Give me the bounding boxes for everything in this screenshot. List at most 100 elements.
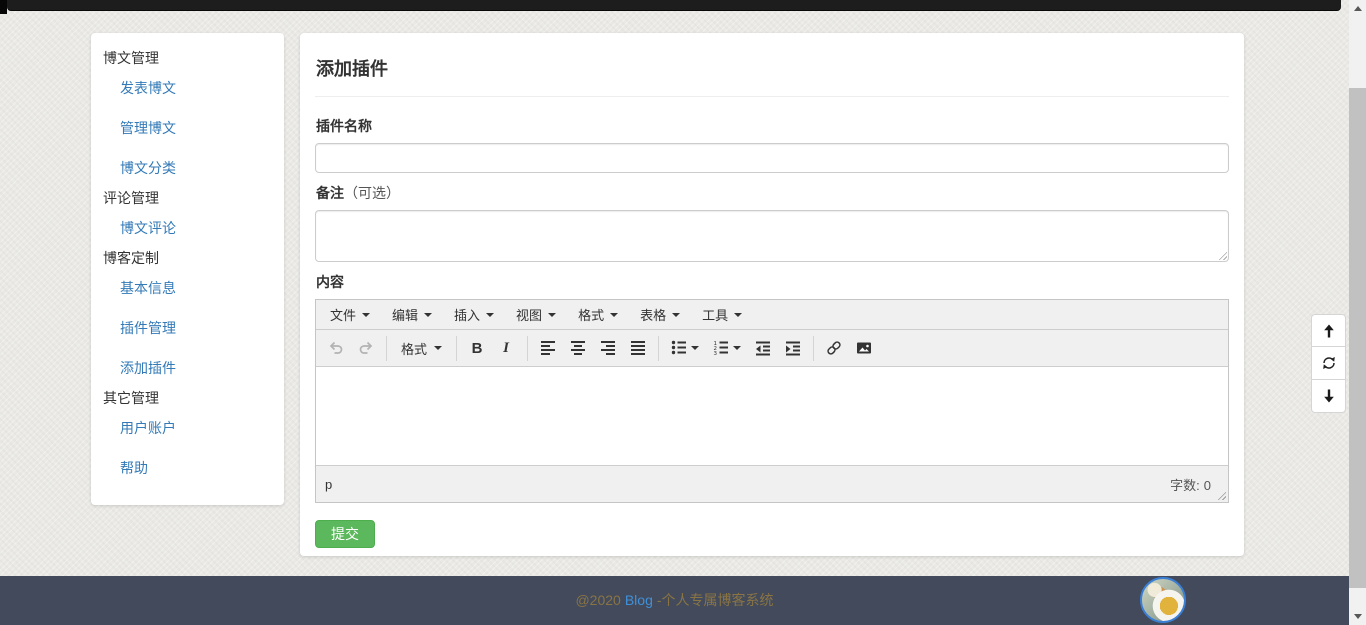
chevron-down-icon — [362, 313, 370, 317]
toolbar-divider — [386, 336, 387, 361]
align-justify-icon[interactable] — [623, 334, 653, 362]
refresh-icon — [1320, 354, 1338, 372]
navbar-edge — [0, 0, 7, 14]
note-label: 备注（可选） — [316, 184, 1229, 203]
svg-text:3: 3 — [714, 351, 718, 356]
format-select[interactable]: 格式 — [392, 334, 451, 362]
menu-tools-label: 工具 — [702, 305, 728, 324]
menu-file-label: 文件 — [330, 305, 356, 324]
editor-content-area[interactable] — [316, 367, 1228, 465]
editor-toolbar: 格式 B I — [316, 330, 1228, 367]
footer-logo-avatar — [1140, 577, 1186, 623]
menu-format[interactable]: 格式 — [567, 301, 629, 329]
menu-format-label: 格式 — [578, 305, 604, 324]
chevron-down-icon — [691, 346, 699, 350]
menu-table[interactable]: 表格 — [629, 301, 691, 329]
sidebar-item-add-plugin[interactable]: 添加插件 — [91, 348, 284, 388]
link-icon[interactable] — [819, 334, 849, 362]
undo-icon[interactable] — [321, 334, 351, 362]
menu-view[interactable]: 视图 — [505, 301, 567, 329]
align-left-icon[interactable] — [533, 334, 563, 362]
sidebar-item-help[interactable]: 帮助 — [91, 448, 284, 488]
chevron-down-icon — [424, 313, 432, 317]
menu-view-label: 视图 — [516, 305, 542, 324]
sidebar-header-other-mgmt: 其它管理 — [91, 388, 284, 408]
toolbar-divider — [813, 336, 814, 361]
refresh-button[interactable] — [1311, 347, 1346, 380]
scroll-top-button[interactable] — [1311, 314, 1346, 347]
page-title: 添加插件 — [316, 56, 1229, 82]
rich-text-editor: 文件 编辑 插入 视图 格式 表格 工具 格式 — [315, 299, 1229, 503]
note-label-text: 备注 — [316, 185, 344, 201]
menu-insert-label: 插入 — [454, 305, 480, 324]
editor-statusbar: p 字数: 0 — [316, 465, 1228, 502]
menu-insert[interactable]: 插入 — [443, 301, 505, 329]
bold-glyph: B — [472, 340, 483, 357]
chevron-down-icon — [548, 313, 556, 317]
note-textarea[interactable] — [315, 210, 1229, 262]
scroll-bottom-button[interactable] — [1311, 380, 1346, 413]
menu-tools[interactable]: 工具 — [691, 301, 753, 329]
bullet-list-icon[interactable] — [664, 334, 706, 362]
footer: @2020Blog-个人专属博客系统 — [0, 576, 1349, 625]
page: 博文管理 发表博文 管理博文 博文分类 评论管理 博文评论 博客定制 基本信息 … — [0, 0, 1366, 625]
plugin-name-input[interactable] — [315, 143, 1229, 173]
image-icon[interactable] — [849, 334, 879, 362]
sidebar-header-blog-custom: 博客定制 — [91, 248, 284, 268]
scrollbar-down-arrow[interactable] — [1349, 608, 1366, 625]
menu-table-label: 表格 — [640, 305, 666, 324]
menu-file[interactable]: 文件 — [319, 301, 381, 329]
note-textarea-wrap — [315, 210, 1229, 262]
toolbar-divider — [527, 336, 528, 361]
align-right-icon[interactable] — [593, 334, 623, 362]
page-scroll-controls — [1311, 314, 1346, 413]
copyright-text: @2020 — [575, 592, 620, 608]
note-optional-text: （可选） — [344, 185, 400, 201]
menu-edit[interactable]: 编辑 — [381, 301, 443, 329]
sidebar-item-post-comments[interactable]: 博文评论 — [91, 208, 284, 248]
down-triangle-icon — [1354, 614, 1362, 619]
wordcount-label: 字数: — [1170, 478, 1200, 493]
submit-button[interactable]: 提交 — [315, 520, 375, 548]
scrollbar-thumb[interactable] — [1349, 88, 1366, 588]
sidebar-header-comment-mgmt: 评论管理 — [91, 188, 284, 208]
chevron-down-icon — [434, 346, 442, 350]
align-center-icon[interactable] — [563, 334, 593, 362]
top-navbar — [7, 0, 1341, 11]
footer-brand-link[interactable]: Blog — [625, 592, 653, 608]
title-divider — [315, 96, 1229, 97]
up-triangle-icon — [1354, 6, 1362, 11]
sidebar: 博文管理 发表博文 管理博文 博文分类 评论管理 博文评论 博客定制 基本信息 … — [91, 33, 284, 505]
content-label: 内容 — [316, 273, 1229, 292]
outdent-icon[interactable] — [748, 334, 778, 362]
chevron-down-icon — [610, 313, 618, 317]
sidebar-item-manage-posts[interactable]: 管理博文 — [91, 108, 284, 148]
chevron-down-icon — [486, 313, 494, 317]
chevron-down-icon — [734, 313, 742, 317]
format-select-label: 格式 — [401, 339, 427, 358]
sidebar-item-post-categories[interactable]: 博文分类 — [91, 148, 284, 188]
sidebar-item-user-account[interactable]: 用户账户 — [91, 408, 284, 448]
down-arrow-icon — [1320, 387, 1338, 405]
indent-icon[interactable] — [778, 334, 808, 362]
numbered-list-icon[interactable]: 123 — [706, 334, 748, 362]
toolbar-divider — [456, 336, 457, 361]
sidebar-nav: 博文管理 发表博文 管理博文 博文分类 评论管理 博文评论 博客定制 基本信息 … — [91, 48, 284, 488]
scrollbar-up-arrow[interactable] — [1349, 0, 1366, 17]
wordcount-value: 0 — [1204, 478, 1211, 493]
redo-icon[interactable] — [351, 334, 381, 362]
element-path[interactable]: p — [325, 477, 332, 492]
sidebar-item-publish-post[interactable]: 发表博文 — [91, 68, 284, 108]
editor-menubar: 文件 编辑 插入 视图 格式 表格 工具 — [316, 300, 1228, 330]
sidebar-item-plugin-mgmt[interactable]: 插件管理 — [91, 308, 284, 348]
sidebar-header-post-mgmt: 博文管理 — [91, 48, 284, 68]
toolbar-divider — [658, 336, 659, 361]
plugin-name-label: 插件名称 — [316, 117, 1229, 136]
wordcount: 字数: 0 — [1170, 475, 1219, 494]
up-arrow-icon — [1320, 322, 1338, 340]
italic-icon[interactable]: I — [492, 334, 522, 362]
main-panel: 添加插件 插件名称 备注（可选） 内容 文件 编辑 插入 视图 格式 表格 工具 — [300, 33, 1244, 556]
browser-scrollbar — [1349, 0, 1366, 625]
bold-icon[interactable]: B — [462, 334, 492, 362]
sidebar-item-basic-info[interactable]: 基本信息 — [91, 268, 284, 308]
